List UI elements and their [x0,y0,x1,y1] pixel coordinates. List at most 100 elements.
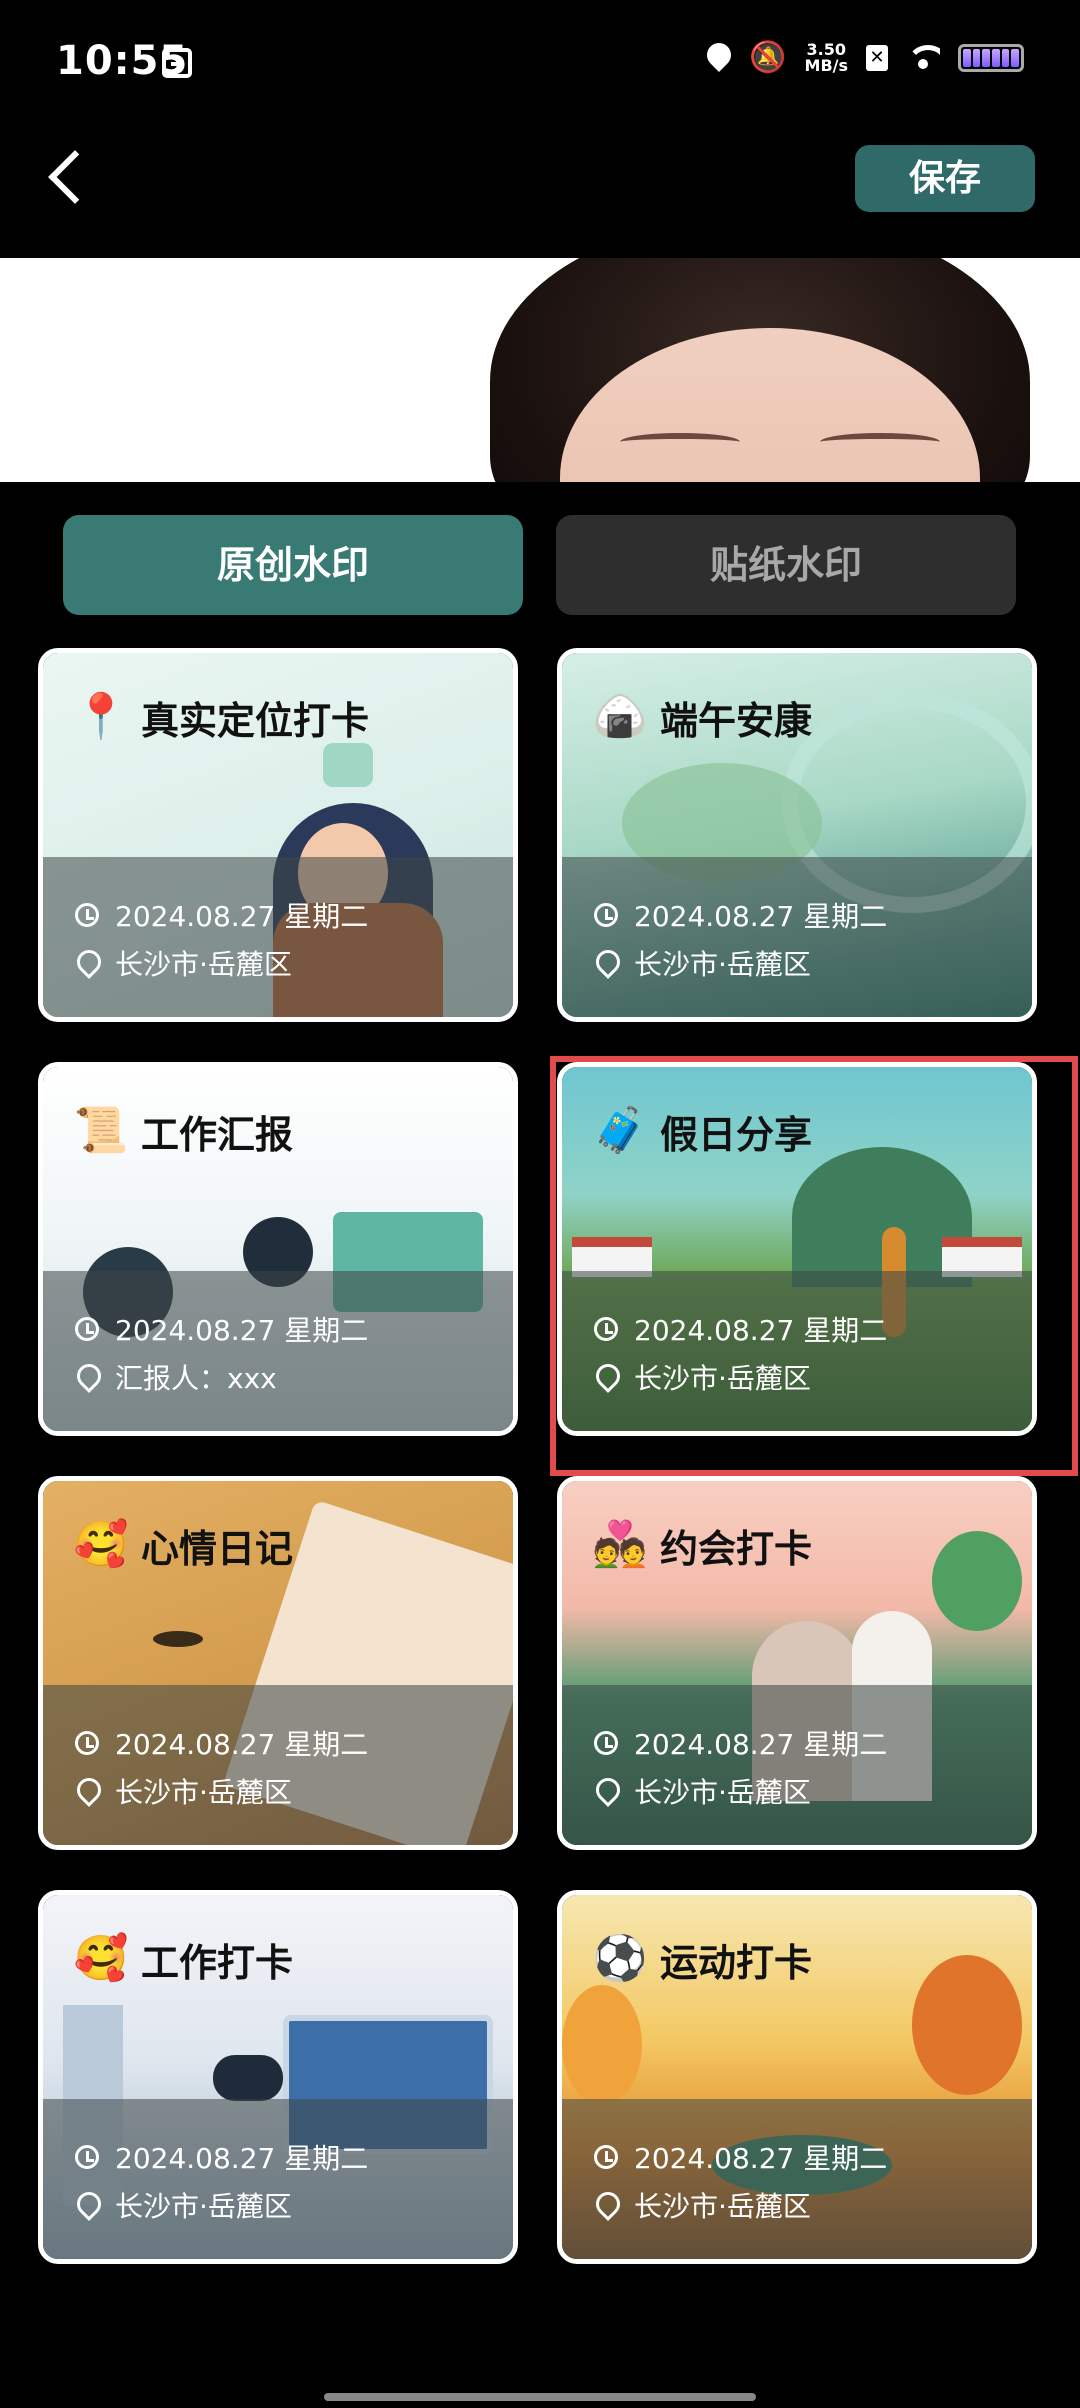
date-row: 2024.08.27 星期二 [594,891,1032,939]
template-card-holiday-share[interactable]: 🧳 假日分享 2024.08.27 星期二 长沙市·岳麓区 [557,1062,1037,1436]
template-card-location-checkin[interactable]: 📍 真实定位打卡 2024.08.27 星期二 长沙市·岳麓区 [38,648,518,1022]
card-title: 心情日记 [141,1526,294,1571]
status-bar: 10:55 🔕 3.50 MB/s ✕ [0,0,1080,128]
template-card-mood-diary[interactable]: 🥰 心情日记 2024.08.27 星期二 长沙市·岳麓区 [38,1476,518,1850]
clock-icon [75,2145,99,2169]
location-row: 长沙市·岳麓区 [594,1767,1032,1815]
reporter-row: 汇报人：xxx [75,1353,513,1401]
tab-original-watermark[interactable]: 原创水印 [63,515,523,615]
card-title: 工作汇报 [141,1112,294,1157]
card-date: 2024.08.27 星期二 [634,2142,888,2175]
mute-icon: 🔕 [749,40,787,75]
balls-icon: ⚽ [592,1933,648,1984]
wifi-icon [906,44,940,71]
home-indicator[interactable] [324,2393,756,2401]
couple-icon: 💑 [592,1519,648,1570]
clock-icon [594,1317,618,1341]
date-row: 2024.08.27 星期二 [75,2133,513,2181]
location-row: 长沙市·岳麓区 [594,2181,1032,2229]
card-location: 长沙市·岳麓区 [115,2190,292,2223]
card-location: 长沙市·岳麓区 [115,948,292,981]
preview-left-brow [620,433,740,451]
pin-icon [75,2192,99,2218]
pin-icon [75,1364,99,1390]
scroll-icon: 📜 [73,1105,129,1156]
smiley-hearts-icon: 🥰 [73,1519,129,1570]
card-location: 长沙市·岳麓区 [634,948,811,981]
template-card-sports-checkin[interactable]: ⚽ 运动打卡 2024.08.27 星期二 长沙市·岳麓区 [557,1890,1037,2264]
location-pin-icon: 📍 [73,691,129,742]
save-button[interactable]: 保存 [855,145,1035,212]
template-card-work-report[interactable]: 📜 工作汇报 2024.08.27 星期二 汇报人：xxx [38,1062,518,1436]
card-title-row: 🍙 端午安康 [592,689,812,745]
card-date: 2024.08.27 星期二 [634,1314,888,1347]
location-row: 长沙市·岳麓区 [594,1353,1032,1401]
smiley-hearts-icon: 🥰 [73,1933,129,1984]
card-info-overlay: 2024.08.27 星期二 长沙市·岳麓区 [562,857,1032,1017]
network-speed-unit: MB/s [804,55,848,75]
pin-icon [594,950,618,976]
card-location: 长沙市·岳麓区 [634,1776,811,1809]
template-card-date-checkin[interactable]: 💑 约会打卡 2024.08.27 星期二 长沙市·岳麓区 [557,1476,1037,1850]
card-info-overlay: 2024.08.27 星期二 汇报人：xxx [43,1271,513,1431]
date-row: 2024.08.27 星期二 [594,1305,1032,1353]
card-info-overlay: 2024.08.27 星期二 长沙市·岳麓区 [562,1685,1032,1845]
card-title-row: 📍 真实定位打卡 [73,689,369,745]
card-title: 约会打卡 [660,1526,813,1571]
clock-icon [75,903,99,927]
date-row: 2024.08.27 星期二 [75,1719,513,1767]
card-date: 2024.08.27 星期二 [115,1314,369,1347]
template-card-dragon-boat[interactable]: 🍙 端午安康 2024.08.27 星期二 长沙市·岳麓区 [557,648,1037,1022]
template-card-work-checkin[interactable]: 🥰 工作打卡 2024.08.27 星期二 长沙市·岳麓区 [38,1890,518,2264]
card-location: 长沙市·岳麓区 [115,1776,292,1809]
back-button[interactable] [38,140,98,216]
card-title-row: ⚽ 运动打卡 [592,1931,812,1987]
card-date: 2024.08.27 星期二 [634,900,888,933]
card-title-row: 🧳 假日分享 [592,1103,812,1159]
card-title: 端午安康 [660,698,813,743]
card-info-overlay: 2024.08.27 星期二 长沙市·岳麓区 [562,2099,1032,2259]
clock-icon [75,1317,99,1341]
card-title: 工作打卡 [141,1940,294,1985]
clock-icon [594,2145,618,2169]
status-icons: 🔕 3.50 MB/s ✕ [707,40,1024,75]
card-date: 2024.08.27 星期二 [115,2142,369,2175]
date-row: 2024.08.27 星期二 [594,2133,1032,2181]
clock-icon [75,1731,99,1755]
card-location: 长沙市·岳麓区 [634,1362,811,1395]
battery-icon [958,43,1024,72]
pin-icon [594,1364,618,1390]
card-info-overlay: 2024.08.27 星期二 长沙市·岳麓区 [43,1685,513,1845]
card-title-row: 🥰 工作打卡 [73,1931,293,1987]
preview-right-brow [820,433,940,451]
card-title-row: 📜 工作汇报 [73,1103,293,1159]
travel-bag-icon: 🧳 [592,1105,648,1156]
clock-icon [594,903,618,927]
location-icon [707,43,731,73]
date-row: 2024.08.27 星期二 [75,891,513,939]
card-title-row: 💑 约会打卡 [592,1517,812,1573]
pin-icon [594,2192,618,2218]
network-speed: 3.50 MB/s [804,41,848,75]
x-app-icon: ✕ [866,44,888,71]
card-title: 真实定位打卡 [141,698,370,743]
card-title: 假日分享 [660,1112,813,1157]
tab-sticker-watermark[interactable]: 贴纸水印 [556,515,1016,615]
location-row: 长沙市·岳麓区 [594,939,1032,987]
date-row: 2024.08.27 星期二 [594,1719,1032,1767]
photo-preview[interactable] [0,258,1080,482]
pin-icon [594,1778,618,1804]
card-info-overlay: 2024.08.27 星期二 长沙市·岳麓区 [43,857,513,1017]
date-row: 2024.08.27 星期二 [75,1305,513,1353]
location-row: 长沙市·岳麓区 [75,1767,513,1815]
pin-icon [75,950,99,976]
clock-icon [594,1731,618,1755]
card-info-overlay: 2024.08.27 星期二 长沙市·岳麓区 [562,1271,1032,1431]
card-location: 长沙市·岳麓区 [634,2190,811,2223]
card-date: 2024.08.27 星期二 [634,1728,888,1761]
location-row: 长沙市·岳麓区 [75,2181,513,2229]
card-title: 运动打卡 [660,1940,813,1985]
location-row: 长沙市·岳麓区 [75,939,513,987]
card-date: 2024.08.27 星期二 [115,900,369,933]
zongzi-icon: 🍙 [592,691,648,742]
